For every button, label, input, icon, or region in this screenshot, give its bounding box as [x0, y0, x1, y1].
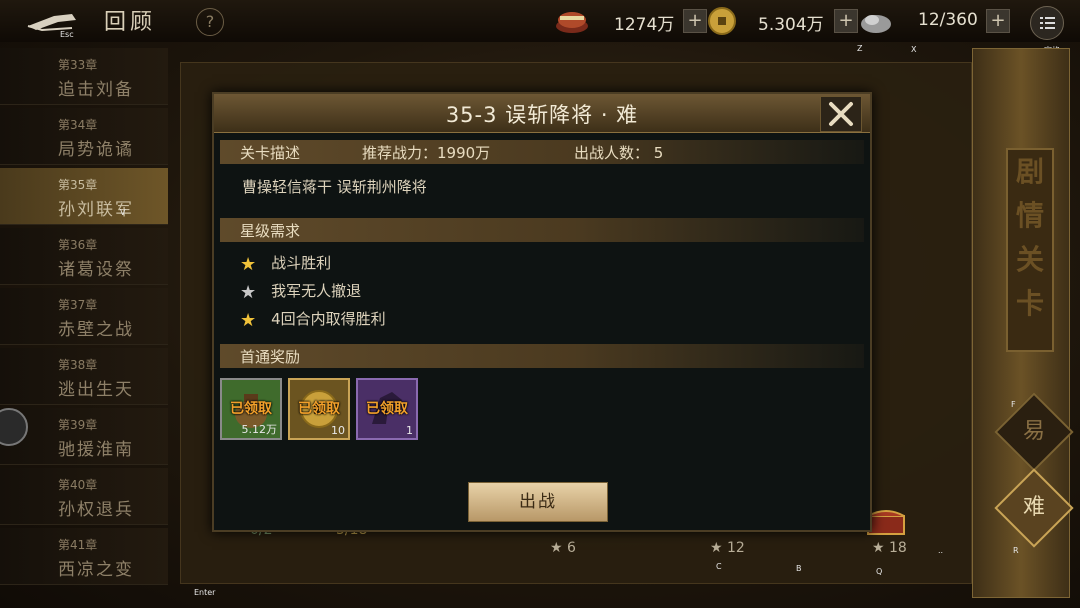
reward-label: 首通奖励 — [240, 348, 301, 366]
claimed-label: 已领取 — [230, 401, 272, 417]
add-stamina-button[interactable]: + — [986, 9, 1010, 33]
food-icon — [556, 12, 588, 33]
chapter-item[interactable]: 第36章 诸葛设祭 — [0, 228, 168, 285]
chapter-number: 第38章 — [58, 358, 98, 372]
add-food-button[interactable]: + — [683, 9, 707, 33]
star-milestone: ★ 18 — [872, 540, 907, 556]
key-hint-v: V — [120, 208, 126, 217]
food-amount: 1274万 — [614, 15, 675, 35]
chapter-item[interactable]: 第40章 孙权退兵 — [0, 468, 168, 525]
key-hint-b: B — [796, 564, 802, 573]
star-icon: ★ — [240, 282, 257, 303]
requirement-item: ★ 战斗胜利 — [240, 254, 331, 278]
chapter-number: 第41章 — [58, 538, 98, 552]
key-hint-z: Z — [857, 44, 863, 53]
reward-count: 10 — [331, 424, 345, 437]
stamina-amount: 12/360 — [918, 10, 978, 30]
stage-description: 曹操轻信蒋干 误斩荆州降将 — [242, 178, 427, 196]
reward-item[interactable]: 已领取 5.12万 — [220, 378, 282, 440]
chapter-name: 赤壁之战 — [58, 320, 134, 340]
menu-button[interactable] — [1030, 6, 1064, 40]
chapter-name: 诸葛设祭 — [58, 260, 134, 280]
chapter-number: 第33章 — [58, 58, 98, 72]
page-title: 回顾 — [104, 10, 157, 35]
chapter-name: 驰援淮南 — [58, 440, 134, 460]
chapter-name: 局势诡谲 — [58, 140, 134, 160]
chapter-list: 第33章 追击刘备 第34章 局势诡谲 第35章 孙刘联军 V 第36章 诸葛设… — [0, 44, 168, 585]
chapter-name: 孙权退兵 — [58, 500, 134, 520]
chapter-number: 第37章 — [58, 298, 98, 312]
close-icon — [829, 102, 853, 126]
reward-list: 已领取 5.12万 已领取 10 已领取 1 — [220, 378, 864, 448]
title-char: 情 — [1015, 199, 1044, 232]
chapter-number: 第34章 — [58, 118, 98, 132]
title-char: 卡 — [1015, 287, 1044, 320]
difficulty-label: 难 — [1022, 495, 1045, 520]
reward-item[interactable]: 已领取 10 — [288, 378, 350, 440]
reward-item[interactable]: 已领取 1 — [356, 378, 418, 440]
dialog-title: 35-3 误斩降将 · 难 — [445, 103, 639, 127]
requirement-text: 4回合内取得胜利 — [271, 310, 386, 328]
help-button[interactable]: ? — [196, 8, 224, 36]
requirement-text: 战斗胜利 — [271, 254, 332, 272]
star-requirement-bar: 星级需求 — [220, 218, 864, 242]
chapter-number: 第40章 — [58, 478, 98, 492]
team-size: 出战人数： 5 — [574, 144, 664, 162]
chapter-item[interactable]: 第38章 逃出生天 — [0, 348, 168, 405]
coin-amount: 5.304万 — [758, 15, 824, 35]
title-char: 关 — [1015, 243, 1044, 276]
claimed-label: 已领取 — [366, 401, 408, 417]
coin-icon — [708, 7, 736, 35]
chapter-number: 第36章 — [58, 238, 98, 252]
key-hint-esc: Esc — [60, 30, 74, 39]
desc-label: 关卡描述 — [240, 144, 301, 162]
key-hint-c: C — [716, 562, 722, 571]
key-hint-dots: .. — [938, 546, 944, 555]
treasure-chest-icon[interactable] — [866, 508, 906, 536]
requirement-item: ★ 我军无人撤退 — [240, 282, 361, 306]
battle-button[interactable]: 出战 — [468, 482, 608, 522]
top-bar: Esc 回顾 ? 1274万 + 5.304万 + 12/360 + — [0, 0, 1080, 42]
star-icon: ★ — [240, 310, 257, 331]
story-stage-label: 剧 情 关 卡 — [1006, 148, 1054, 352]
stage-info-bar: 关卡描述 推荐战力：1990万 出战人数： 5 — [220, 140, 864, 164]
stage-detail-dialog: 35-3 误斩降将 · 难 关卡描述 推荐战力：1990万 出战人数： 5 曹操… — [212, 92, 872, 532]
star-milestone: ★ 12 — [710, 540, 745, 556]
star-requirement-label: 星级需求 — [240, 222, 301, 240]
chapter-item[interactable]: 第33章 追击刘备 — [0, 48, 168, 105]
key-hint-r: R — [1013, 546, 1019, 555]
key-hint-q: Q — [876, 567, 883, 576]
reward-count: 1 — [406, 424, 413, 437]
back-button[interactable]: Esc — [24, 8, 80, 39]
recommended-power: 推荐战力：1990万 — [362, 144, 491, 162]
chapter-item-active[interactable]: 第35章 孙刘联军 V — [0, 168, 168, 225]
close-button[interactable] — [820, 96, 862, 132]
chapter-number: 第39章 — [58, 418, 98, 432]
chapter-name: 西凉之变 — [58, 560, 134, 580]
difficulty-label: 易 — [1022, 419, 1045, 444]
list-icon — [1040, 17, 1055, 29]
reward-count: 5.12万 — [241, 423, 278, 436]
star-icon: ★ — [240, 254, 257, 275]
add-coin-button[interactable]: + — [834, 9, 858, 33]
claimed-label: 已领取 — [298, 401, 340, 417]
requirement-item: ★ 4回合内取得胜利 — [240, 310, 386, 334]
chapter-number: 第35章 — [58, 178, 98, 192]
key-hint-enter: Enter — [194, 588, 216, 597]
first-clear-reward-bar: 首通奖励 — [220, 344, 864, 368]
stamina-icon — [861, 15, 891, 33]
dialog-header: 35-3 误斩降将 · 难 — [214, 94, 870, 133]
chapter-item[interactable]: 第34章 局势诡谲 — [0, 108, 168, 165]
chapter-item[interactable]: 第41章 西凉之变 — [0, 528, 168, 585]
star-milestone: ★ 6 — [550, 540, 576, 556]
title-char: 剧 — [1015, 155, 1044, 188]
chapter-item[interactable]: 第37章 赤壁之战 — [0, 288, 168, 345]
requirement-text: 我军无人撤退 — [271, 282, 362, 300]
chapter-name: 追击刘备 — [58, 80, 134, 100]
chapter-name: 逃出生天 — [58, 380, 134, 400]
key-hint-x: X — [911, 45, 917, 54]
